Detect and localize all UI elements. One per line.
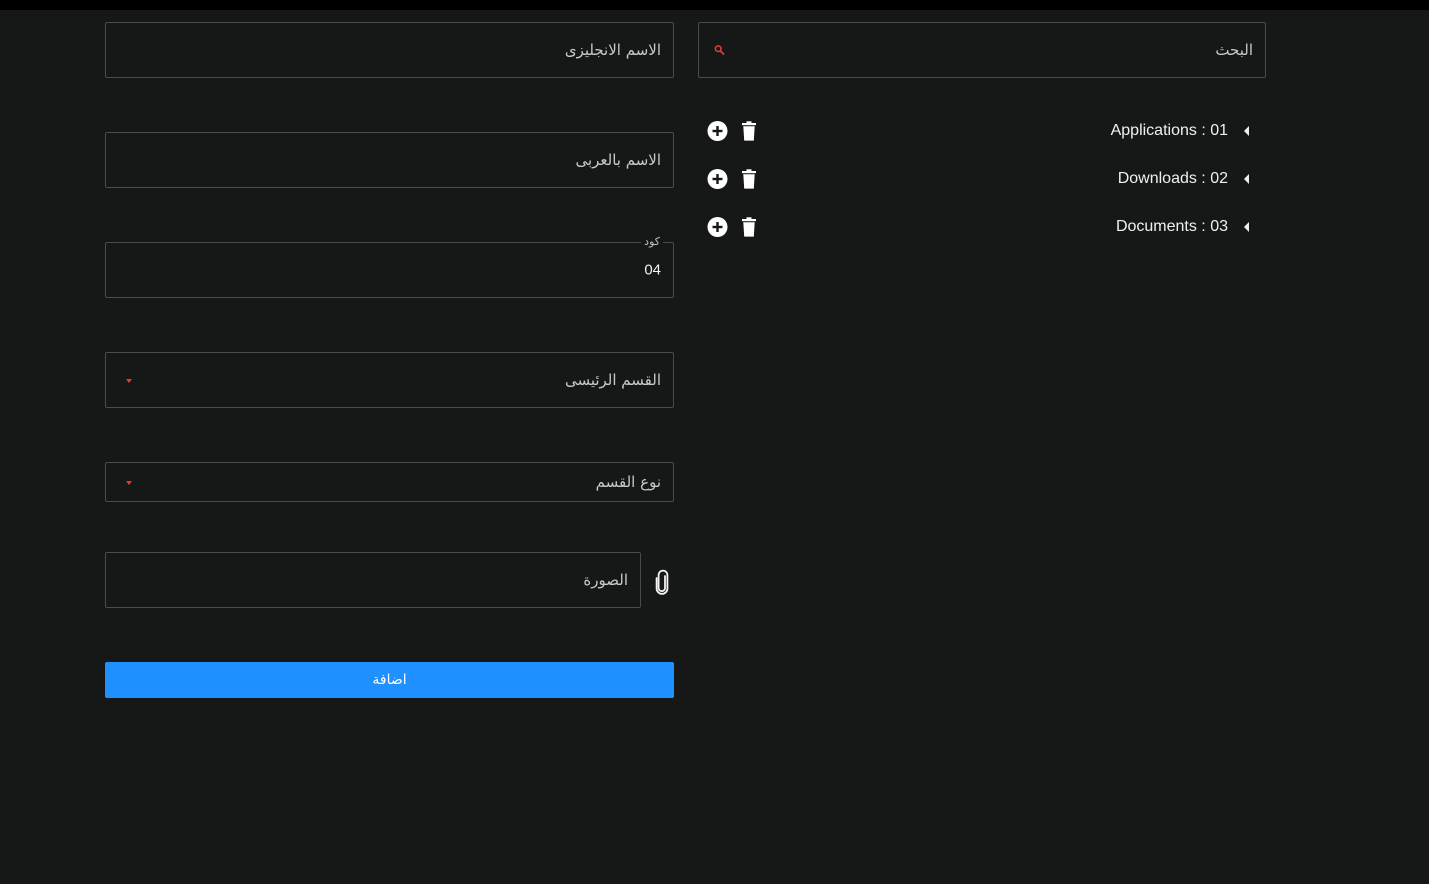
add-circle-icon[interactable] xyxy=(707,169,728,190)
caret-left-icon[interactable] xyxy=(1244,174,1249,184)
section-type-select[interactable]: نوع القسم xyxy=(105,462,674,502)
main-section-select[interactable]: القسم الرئيسى xyxy=(105,352,674,408)
add-circle-icon[interactable] xyxy=(707,217,728,238)
code-value: 04 xyxy=(644,261,661,279)
tree-item-label: Applications : 01 xyxy=(1110,122,1228,139)
caret-left-icon[interactable] xyxy=(1244,222,1249,232)
trash-icon[interactable] xyxy=(741,169,757,189)
chevron-down-icon[interactable] xyxy=(126,481,132,485)
tree-item-label: Documents : 03 xyxy=(1115,218,1228,235)
english-name-placeholder: الاسم الانجليزى xyxy=(564,41,661,59)
tree-item[interactable]: Applications : 01 xyxy=(698,116,1266,146)
main-section-placeholder: القسم الرئيسى xyxy=(564,371,661,389)
trash-icon[interactable] xyxy=(741,217,757,237)
image-field[interactable]: الصورة xyxy=(105,552,641,608)
search-placeholder: البحث xyxy=(1215,41,1253,59)
section-type-placeholder: نوع القسم xyxy=(595,473,661,491)
arabic-name-placeholder: الاسم بالعربى xyxy=(575,151,661,169)
add-button[interactable]: اضافة xyxy=(105,662,674,698)
tree-item[interactable]: Documents : 03 xyxy=(698,212,1266,242)
search-icon[interactable] xyxy=(714,45,725,56)
add-circle-icon[interactable] xyxy=(707,121,728,142)
trash-icon[interactable] xyxy=(741,121,757,141)
chevron-down-icon[interactable] xyxy=(126,379,132,383)
tree-item-label: Downloads : 02 xyxy=(1117,170,1228,187)
search-field[interactable]: البحث xyxy=(698,22,1266,78)
caret-left-icon[interactable] xyxy=(1244,126,1249,136)
english-name-field[interactable]: الاسم الانجليزى xyxy=(105,22,674,78)
image-placeholder: الصورة xyxy=(583,571,628,589)
top-bar xyxy=(0,0,1429,10)
code-label: كود xyxy=(641,235,663,248)
paperclip-icon[interactable] xyxy=(653,569,671,595)
arabic-name-field[interactable]: الاسم بالعربى xyxy=(105,132,674,188)
tree-item[interactable]: Downloads : 02 xyxy=(698,164,1266,194)
code-field[interactable]: كود 04 xyxy=(105,235,674,298)
